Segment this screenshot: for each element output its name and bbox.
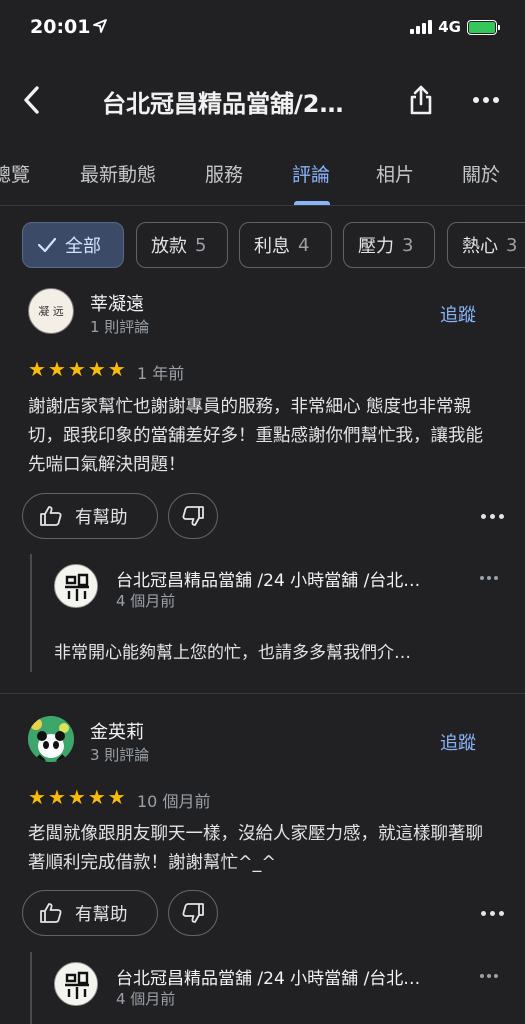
chip-interest[interactable]: 利息 4 <box>239 222 332 268</box>
battery-icon <box>467 19 500 35</box>
panda-avatar-icon <box>28 716 74 762</box>
chip-loan[interactable]: 放款 5 <box>136 222 228 268</box>
chip-label: 放款 <box>151 236 187 257</box>
tab-bar: 總覽 最新動態 服務 評論 相片 關於 <box>0 140 525 206</box>
star-icon: ★ <box>28 785 46 809</box>
tab-updates[interactable]: 最新動態 <box>80 160 156 187</box>
back-arrow-icon <box>24 86 39 114</box>
author-review-count: 3 則評論 <box>90 746 150 764</box>
thumbs-up-icon <box>40 506 62 526</box>
review-date: 10 個月前 <box>137 792 211 811</box>
signal-icon <box>410 20 433 34</box>
header: 台北冠昌精品當舖/2… <box>0 70 525 130</box>
star-rating: ★ ★ ★ ★ ★ <box>28 787 126 807</box>
chip-count: 5 <box>195 234 207 256</box>
star-icon: ★ <box>67 357 86 381</box>
location-arrow-icon <box>93 19 107 33</box>
star-icon: ★ <box>28 357 46 381</box>
star-icon: ★ <box>107 785 126 809</box>
status-indicators: 4G <box>410 18 500 36</box>
owner-name[interactable]: 台北冠昌精品當舖 /24 小時當舖 /台北… <box>116 566 466 591</box>
more-options-button[interactable] <box>466 80 506 120</box>
not-helpful-button[interactable] <box>168 890 218 936</box>
star-icon: ★ <box>47 785 66 809</box>
review-text: 老闆就像跟朋友聊天一樣，沒給人家壓力感，就這樣聊著聊著順利完成借款！謝謝幫忙^_… <box>28 824 483 873</box>
owner-avatar <box>54 564 98 608</box>
back-button[interactable] <box>14 82 50 118</box>
reply-text[interactable]: 非常開心能夠幫上您的忙，也請多多幫我們介… <box>54 638 494 663</box>
review-card: 金英莉 3 則評論 追蹤 ★ ★ ★ ★ ★ 10 個月前 老闆就像跟朋友聊天一樣，沒給… <box>0 694 525 1024</box>
review-more-button[interactable] <box>478 903 506 923</box>
check-icon <box>37 237 57 253</box>
chip-label: 利息 <box>254 236 290 257</box>
thumbs-down-icon <box>182 903 204 923</box>
tab-photos[interactable]: 相片 <box>376 160 414 187</box>
tab-overview[interactable]: 總覽 <box>0 160 30 187</box>
helpful-button[interactable]: 有幫助 <box>22 493 158 539</box>
thumbs-up-icon <box>40 903 62 923</box>
reply-divider <box>30 554 32 672</box>
reply-more-button[interactable] <box>480 570 504 586</box>
thumbs-down-icon <box>182 506 204 526</box>
reply-more-button[interactable] <box>480 968 504 984</box>
network-type: 4G <box>438 18 461 36</box>
not-helpful-button[interactable] <box>168 493 218 539</box>
author-name[interactable]: 莘凝遠 <box>90 290 144 316</box>
chip-enthusiastic[interactable]: 熱心 3 <box>447 222 525 268</box>
chip-label: 全部 <box>65 236 101 257</box>
author-name[interactable]: 金英莉 <box>90 718 144 744</box>
owner-avatar <box>54 962 98 1006</box>
chip-count: 3 <box>402 234 414 256</box>
more-horizontal-icon <box>473 97 499 103</box>
chip-all[interactable]: 全部 <box>22 222 124 268</box>
helpful-label: 有幫助 <box>75 507 128 528</box>
status-bar: 20:01 4G <box>0 0 525 58</box>
star-rating: ★ ★ ★ ★ ★ <box>28 359 126 379</box>
review-date: 1 年前 <box>137 364 185 383</box>
chip-pressure[interactable]: 壓力 3 <box>343 222 435 268</box>
share-icon <box>410 85 432 115</box>
follow-button[interactable]: 追蹤 <box>440 729 476 755</box>
review-card: 凝 远 莘凝遠 1 則評論 追蹤 ★ ★ ★ ★ ★ 1 年前 謝謝店家幫忙也謝謝專員的… <box>0 282 525 692</box>
avatar[interactable] <box>28 716 74 762</box>
star-icon: ★ <box>67 785 86 809</box>
avatar[interactable]: 凝 远 <box>28 288 74 334</box>
follow-button[interactable]: 追蹤 <box>440 301 476 327</box>
reply-date: 4 個月前 <box>116 990 176 1008</box>
chip-label: 壓力 <box>358 236 394 257</box>
star-icon: ★ <box>87 785 106 809</box>
owner-name[interactable]: 台北冠昌精品當舖 /24 小時當舖 /台北… <box>116 964 466 989</box>
author-review-count: 1 則評論 <box>90 318 150 336</box>
filter-chips: 全部 放款 5 利息 4 壓力 3 熱心 3 <box>0 222 525 270</box>
helpful-button[interactable]: 有幫助 <box>22 890 158 936</box>
review-text: 謝謝店家幫忙也謝謝專員的服務，非常細心 態度也非常親切，跟我印象的當舖差好多！重… <box>28 397 483 475</box>
review-more-button[interactable] <box>478 506 506 526</box>
status-time: 20:01 <box>30 16 91 38</box>
owner-logo-icon <box>56 964 97 1005</box>
chip-label: 熱心 <box>462 236 498 257</box>
tab-services[interactable]: 服務 <box>205 160 243 187</box>
chip-count: 3 <box>506 234 518 256</box>
review-list[interactable]: 凝 远 莘凝遠 1 則評論 追蹤 ★ ★ ★ ★ ★ 1 年前 謝謝店家幫忙也謝謝專員的… <box>0 282 525 1024</box>
helpful-label: 有幫助 <box>75 904 128 925</box>
star-icon: ★ <box>47 357 66 381</box>
reply-date: 4 個月前 <box>116 592 176 610</box>
star-icon: ★ <box>107 357 126 381</box>
page-title: 台北冠昌精品當舖/2… <box>102 90 344 118</box>
chip-count: 4 <box>298 234 310 256</box>
reply-divider <box>30 952 32 1024</box>
tab-active-indicator <box>294 201 330 205</box>
avatar-text: 凝 远 <box>38 305 64 318</box>
share-button[interactable] <box>402 80 440 120</box>
owner-logo-icon <box>56 566 97 607</box>
tab-reviews[interactable]: 評論 <box>292 160 330 187</box>
tab-about[interactable]: 關於 <box>462 160 500 187</box>
star-icon: ★ <box>87 357 106 381</box>
